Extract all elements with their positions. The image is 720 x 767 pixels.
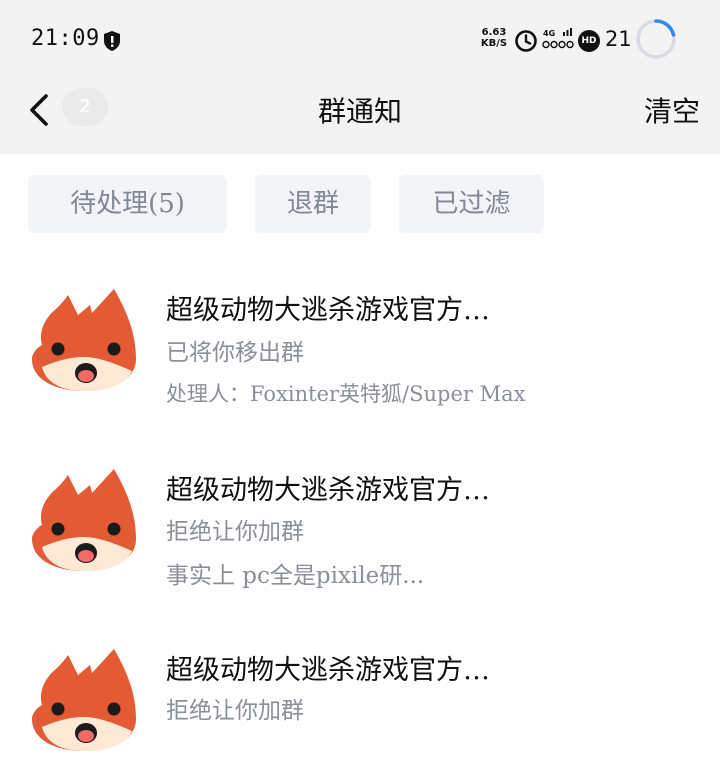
battery-ring-icon [636,19,676,59]
fox-avatar-icon [28,643,140,755]
network-label: 4G [543,29,555,38]
group-name: 超级动物大逃杀游戏官方… [166,655,490,686]
notification-status: 拒绝让你加群 [166,698,304,724]
filter-filtered[interactable]: 已过滤 [399,175,544,233]
group-name: 超级动物大逃杀游戏官方… [166,475,490,506]
fox-avatar-icon [28,463,140,575]
notification-detail: 事实上 pc全是pixile研... [166,563,425,589]
notification-item[interactable]: 超级动物大逃杀游戏官方… 拒绝让你加群 事实上 pc全是pixile研... [0,452,720,602]
filter-left-group[interactable]: 退群 [255,175,371,233]
notification-status: 拒绝让你加群 [166,519,304,545]
filter-tabs: 待处理(5) 退群 已过滤 [0,175,720,233]
notification-detail: 处理人：Foxinter英特狐/Super Max [166,382,526,406]
signal-icon: 4G [542,28,574,49]
alarm-icon [515,30,537,52]
clear-button[interactable]: 清空 [644,90,700,130]
hd-icon: HD [578,30,600,52]
notification-status: 已将你移出群 [166,340,304,366]
group-name: 超级动物大逃杀游戏官方… [166,295,490,326]
filter-pending[interactable]: 待处理(5) [28,175,227,233]
status-bar: 21:09 6.63 KB/S 4G HD 21 [0,0,720,80]
page-title: 群通知 [317,95,402,128]
header: 21:09 6.63 KB/S 4G HD 21 2 群通知 清空 [0,0,720,154]
battery-level: 21 [605,27,632,51]
shield-icon [104,31,120,51]
notification-item[interactable]: 超级动物大逃杀游戏官方… 已将你移出群 处理人：Foxinter英特狐/Supe… [0,272,720,422]
notification-item[interactable]: 超级动物大逃杀游戏官方… 拒绝让你加群 [0,632,720,762]
status-time: 21:09 [31,26,100,51]
fox-avatar-icon [28,283,140,395]
net-speed-value: 6.63 [481,27,507,38]
chevron-left-icon[interactable] [26,93,54,127]
net-speed-unit: KB/S [480,38,508,49]
unread-badge: 2 [62,88,108,126]
nav-bar: 2 群通知 清空 [0,80,720,154]
net-speed: 6.63 KB/S [480,27,508,49]
